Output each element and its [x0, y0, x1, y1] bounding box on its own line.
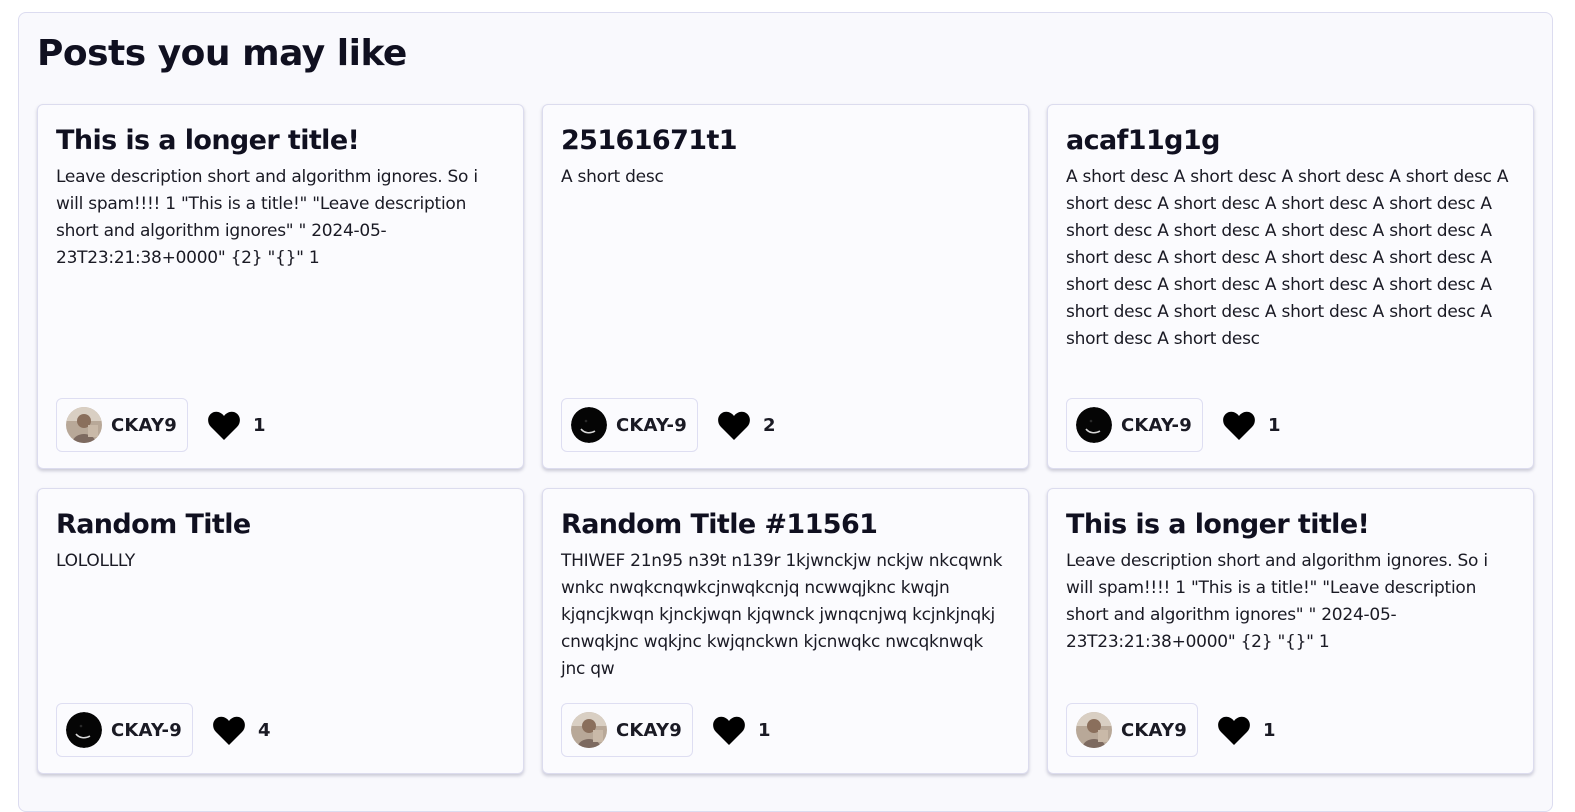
- post-description: A short desc: [561, 167, 664, 187]
- post-footer: CKAY9 1: [1066, 703, 1275, 757]
- post-card[interactable]: Random Title LOLOLLLY CKAY-9 4: [37, 488, 524, 774]
- like-count: 1: [1262, 719, 1276, 741]
- like-count: 4: [257, 719, 271, 741]
- post-footer: CKAY-9 2: [561, 398, 775, 452]
- like-button[interactable]: 4: [213, 716, 271, 745]
- post-footer: CKAY9 1: [56, 398, 265, 452]
- post-title[interactable]: This is a longer title!: [1066, 509, 1370, 540]
- author-name: CKAY-9: [111, 719, 182, 741]
- author-chip[interactable]: CKAY-9: [561, 398, 698, 452]
- post-description: LOLOLLLY: [56, 551, 136, 571]
- dark-avatar-icon: [66, 712, 102, 748]
- dark-avatar-icon: [1076, 407, 1112, 443]
- like-button[interactable]: 1: [1223, 411, 1281, 440]
- post-card[interactable]: This is a longer title! Leave descriptio…: [1047, 488, 1534, 774]
- author-chip[interactable]: CKAY9: [1066, 703, 1198, 757]
- heart-icon: [208, 411, 240, 440]
- like-button[interactable]: 1: [208, 411, 266, 440]
- heart-icon: [1218, 716, 1250, 745]
- author-chip[interactable]: CKAY9: [561, 703, 693, 757]
- post-title[interactable]: This is a longer title!: [56, 125, 360, 156]
- author-name: CKAY-9: [616, 414, 687, 436]
- post-description: A short desc A short desc A short desc A…: [1066, 167, 1509, 349]
- photo-avatar-icon: [571, 712, 607, 748]
- post-card[interactable]: 25161671t1 A short desc CKAY-9 2: [542, 104, 1029, 469]
- photo-avatar-icon: [1076, 712, 1112, 748]
- like-count: 2: [762, 414, 776, 436]
- post-card[interactable]: acaf11g1g A short desc A short desc A sh…: [1047, 104, 1534, 469]
- heart-icon: [713, 716, 745, 745]
- post-title[interactable]: acaf11g1g: [1066, 125, 1220, 156]
- author-name: CKAY9: [616, 719, 682, 741]
- dark-avatar-icon: [571, 407, 607, 443]
- post-footer: CKAY-9 1: [1066, 398, 1280, 452]
- section-title: Posts you may like: [37, 33, 407, 74]
- posts-grid: This is a longer title! Leave descriptio…: [37, 104, 1534, 774]
- post-footer: CKAY9 1: [561, 703, 770, 757]
- heart-icon: [213, 716, 245, 745]
- heart-icon: [718, 411, 750, 440]
- author-name: CKAY-9: [1121, 414, 1192, 436]
- author-chip[interactable]: CKAY-9: [1066, 398, 1203, 452]
- author-chip[interactable]: CKAY-9: [56, 703, 193, 757]
- post-footer: CKAY-9 4: [56, 703, 270, 757]
- post-title[interactable]: 25161671t1: [561, 125, 738, 156]
- like-count: 1: [1267, 414, 1281, 436]
- like-count: 1: [757, 719, 771, 741]
- like-count: 1: [252, 414, 266, 436]
- post-description: Leave description short and algorithm ig…: [56, 167, 478, 268]
- heart-icon: [1223, 411, 1255, 440]
- post-title[interactable]: Random Title #11561: [561, 509, 878, 540]
- like-button[interactable]: 2: [718, 411, 776, 440]
- post-card[interactable]: This is a longer title! Leave descriptio…: [37, 104, 524, 469]
- author-name: CKAY9: [111, 414, 177, 436]
- author-name: CKAY9: [1121, 719, 1187, 741]
- like-button[interactable]: 1: [1218, 716, 1276, 745]
- post-card[interactable]: Random Title #11561 THIWEF 21n95 n39t n1…: [542, 488, 1029, 774]
- post-description: THIWEF 21n95 n39t n139r 1kjwnckjw nckjw …: [561, 551, 1003, 679]
- post-description: Leave description short and algorithm ig…: [1066, 551, 1488, 652]
- posts-panel: Posts you may like This is a longer titl…: [18, 12, 1553, 812]
- author-chip[interactable]: CKAY9: [56, 398, 188, 452]
- post-title[interactable]: Random Title: [56, 509, 251, 540]
- like-button[interactable]: 1: [713, 716, 771, 745]
- photo-avatar-icon: [66, 407, 102, 443]
